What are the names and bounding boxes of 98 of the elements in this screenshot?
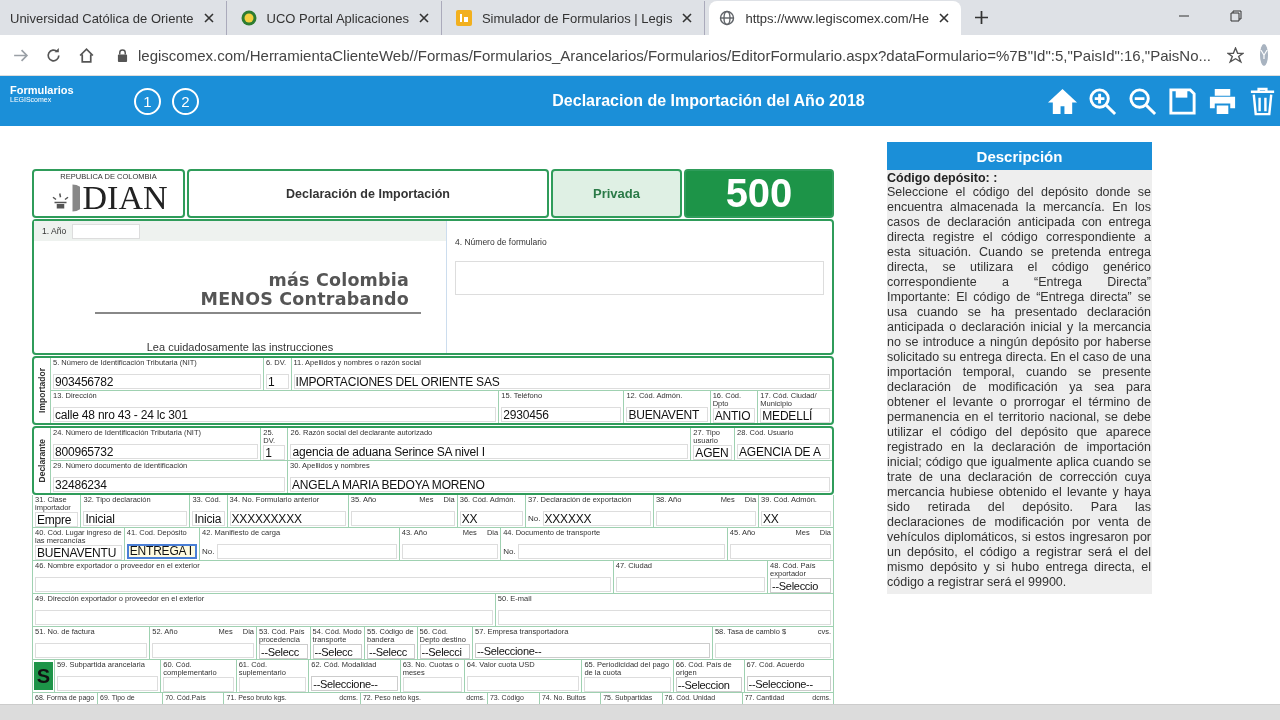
field-label: 1. Año xyxy=(42,226,67,236)
dropdown[interactable]: --Seleccione-- xyxy=(311,676,398,691)
app-logo: Formularios xyxy=(10,84,75,96)
instructions-text: Lea cuidadosamente las instrucciones xyxy=(146,341,334,353)
globe-icon xyxy=(719,10,736,26)
browser-tab[interactable]: Simulador de Formularios | Legis xyxy=(445,1,706,35)
input-field[interactable] xyxy=(584,677,671,692)
input-field[interactable]: XX xyxy=(761,511,831,526)
close-icon[interactable] xyxy=(418,13,429,23)
url-field[interactable]: legiscomex.com/HerramientaClienteWeb//Formas/Formularios_Arancelarios/Formularios/EditorFormulario.aspx?dataFormulario=%7B"Id":5,"PaisId":16,"PaisNo... xyxy=(138,46,1211,64)
input-field[interactable]: BUENAVENT xyxy=(626,407,708,422)
input-field[interactable]: AGEN xyxy=(693,445,733,460)
input-field[interactable] xyxy=(72,223,141,239)
input-field[interactable]: ANTIO xyxy=(712,408,756,423)
input-field[interactable]: Empre xyxy=(35,512,79,527)
dropdown[interactable]: --Seleccio xyxy=(770,578,831,593)
input-field[interactable]: XX xyxy=(459,511,524,526)
input-field[interactable]: XXXXXX xyxy=(542,511,651,526)
input-field[interactable] xyxy=(466,676,580,691)
input-field[interactable]: ENTREGA I xyxy=(126,544,198,559)
page-title: Declaracion de Importación del Año 2018 xyxy=(551,92,866,110)
input-field[interactable]: BUENAVENTU xyxy=(35,545,122,560)
agency-logo: DIAN xyxy=(82,181,168,215)
dropdown[interactable]: --Seleccion xyxy=(675,677,742,692)
home-icon[interactable] xyxy=(78,46,95,64)
field-label: No. xyxy=(528,514,541,523)
save-icon[interactable] xyxy=(1167,85,1198,117)
input-field[interactable]: calle 48 nro 43 - 24 lc 301 xyxy=(53,407,497,422)
input-field[interactable] xyxy=(497,610,831,625)
input-field[interactable] xyxy=(455,261,824,295)
zoom-out-icon[interactable] xyxy=(1127,85,1158,117)
lock-icon xyxy=(117,48,128,62)
input-field[interactable] xyxy=(517,544,725,559)
section-label: Declarante xyxy=(37,438,47,483)
input-field[interactable] xyxy=(238,677,307,692)
input-field[interactable] xyxy=(402,677,462,692)
form-code: 500 xyxy=(725,171,793,216)
field-label: No. xyxy=(503,547,516,556)
close-icon[interactable] xyxy=(938,13,949,23)
input-field[interactable] xyxy=(163,677,234,692)
form-type: Privada xyxy=(593,186,640,201)
input-field[interactable]: 2930456 xyxy=(501,407,622,422)
input-field[interactable] xyxy=(615,577,766,592)
input-field[interactable] xyxy=(152,643,255,658)
reload-icon[interactable] xyxy=(45,46,62,64)
input-field[interactable] xyxy=(35,643,148,658)
input-field[interactable] xyxy=(714,643,831,658)
seal-icon xyxy=(240,10,257,26)
star-icon[interactable] xyxy=(1227,46,1244,64)
input-field[interactable]: AGENCIA DE A xyxy=(737,444,830,459)
step-button[interactable]: 2 xyxy=(172,87,199,115)
input-field[interactable]: 1 xyxy=(263,445,286,460)
browser-tab[interactable]: Universidad Católica de Oriente xyxy=(0,1,227,35)
input-field[interactable]: 32486234 xyxy=(53,477,285,492)
zoom-in-icon[interactable] xyxy=(1087,85,1118,117)
input-field[interactable] xyxy=(729,544,831,559)
input-field[interactable]: MEDELLÍ xyxy=(760,408,830,423)
new-tab-icon[interactable] xyxy=(974,11,988,24)
input-field[interactable] xyxy=(216,544,397,559)
input-field[interactable]: 903456782 xyxy=(53,374,261,389)
input-field[interactable]: XXXXXXXXX xyxy=(229,511,346,526)
panel-header: Descripción xyxy=(887,142,1152,170)
input-field[interactable]: ANGELA MARIA BEDOYA MORENO xyxy=(290,477,830,492)
input-field[interactable] xyxy=(350,511,455,526)
input-field[interactable]: 800965732 xyxy=(53,444,259,459)
dropdown[interactable]: --Selecc xyxy=(259,644,308,659)
slogan-text: más Colombia xyxy=(268,271,409,290)
dropdown[interactable]: --Selecci xyxy=(419,644,470,659)
section-label: Importador xyxy=(37,368,47,413)
horizontal-scrollbar[interactable] xyxy=(0,704,1280,720)
input-field[interactable]: Inicia xyxy=(192,511,225,526)
input-field[interactable] xyxy=(655,511,757,526)
step-button[interactable]: 1 xyxy=(134,87,161,115)
input-field[interactable] xyxy=(401,544,499,559)
description-text: Seleccione el código del depósito donde se encuentra almacenada la mercancía. En los casos de declaración anticipada con entrega directa registre el código correspondiente a esta situación. Cuando se pretenda entrega directa, se utilizara el código genérico correspondiente a “Entrega Directa” Importante: El código de “Entrega directa” se usa cuando se ha presentado declaración anticipada o declaración inicial y la mercancia no se introduce a ningún depósito por haberse solicitado su entrega directa. En el caso de una importación temporal, cuando se presente declaración de modificación ya sea para obtener el levante o prorrogar el término de permanencia en el territorio nacional, se debe utilizar el código del depósito que aparece registrado en la declaración de importación inicial; código que igualmente aplica cuando se trate de una declaración de corrección cuya mercancia hubiese obtenido el levante y haya sido retirada del depósito. Para las declaraciones de modificación por venta de vehículos diplomáticos, si estos ingresaron por un depósito, el código a registrar será el del mismo depósito y si hubo entrega directa, el código a registrar será el 99900. xyxy=(887,185,1151,590)
input-field[interactable] xyxy=(56,676,159,691)
slogan-text: MENOS Contrabando xyxy=(200,290,409,309)
input-field[interactable]: Inicial xyxy=(83,511,188,526)
input-field[interactable]: 1 xyxy=(265,374,289,389)
dropdown[interactable]: --Seleccione-- xyxy=(475,643,710,658)
form-title: Declaración de Importación xyxy=(286,186,450,201)
close-icon[interactable] xyxy=(203,13,214,23)
description-heading: Código depósito: : xyxy=(887,171,999,185)
input-field[interactable]: agencia de aduana Serince SA nivel I xyxy=(290,444,689,459)
section-badge: S xyxy=(34,662,53,690)
close-icon[interactable] xyxy=(682,13,693,23)
input-field[interactable] xyxy=(35,610,493,625)
browser-tab[interactable]: UCO Portal Aplicaciones xyxy=(230,1,442,35)
field-label: 4. Número de formulario xyxy=(455,237,548,247)
browser-tab[interactable]: https://www.legiscomex.com/He xyxy=(709,1,961,35)
input-field[interactable] xyxy=(35,577,611,592)
dropdown[interactable]: --Selecc xyxy=(367,644,415,659)
dropdown[interactable]: --Selecc xyxy=(312,644,362,659)
input-field[interactable]: IMPORTACIONES DEL ORIENTE SAS xyxy=(293,374,830,389)
square-icon xyxy=(455,10,472,26)
dropdown[interactable]: --Seleccione-- xyxy=(746,676,831,691)
restore-icon[interactable] xyxy=(1230,10,1242,22)
field-label: No. xyxy=(202,547,215,556)
